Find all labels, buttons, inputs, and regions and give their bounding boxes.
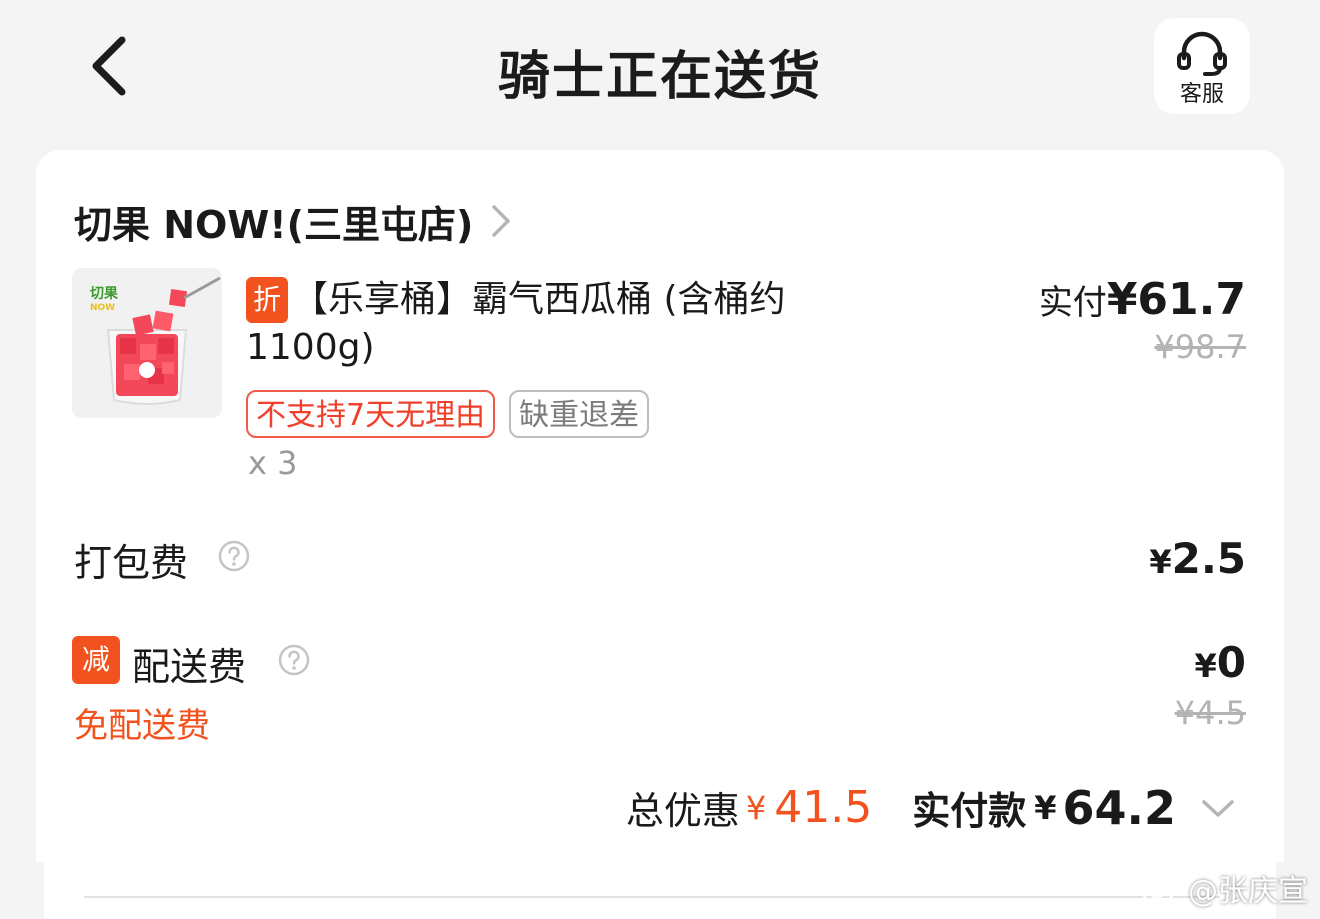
total-discount-value: 41.5 [774,782,873,833]
image-brand-sub: NOW [90,303,115,313]
no-return-tag: 不支持7天无理由 [246,390,496,438]
delivery-fee-value: ¥0 [1195,638,1247,687]
packaging-fee-value: ¥2.5 [1149,534,1246,583]
product-paid-price: 实付¥61.7 [1039,274,1246,325]
product-quantity: x 3 [248,444,298,482]
divider [84,896,1220,898]
weight-refund-tag: 缺重退差 [509,390,650,438]
product-image[interactable]: 切果 NOW [72,268,222,418]
delivery-fee-currency: ¥ [1194,647,1217,685]
delivery-fee-label: 配送费 [132,645,247,689]
paid-price: ¥61.7 [1106,274,1246,325]
customer-service-button[interactable]: 客服 [1154,18,1250,114]
order-summary-toggle[interactable]: 总优惠 ¥ 41.5 实付款 ¥ 64.2 [626,780,1238,835]
delivery-fee-help-icon[interactable] [278,644,310,676]
free-delivery-promo: 免配送费 [74,706,210,746]
customer-service-label: 客服 [1179,82,1224,107]
image-brand-text: 切果 [90,286,119,302]
watermelon-bucket-image: 切果 NOW [72,268,222,418]
headset-icon [1177,31,1227,76]
product-title-block[interactable]: 折【乐享桶】霸气西瓜桶 (含桶约1100g) [246,276,806,372]
product-tags: 不支持7天无理由 缺重退差 [246,390,663,438]
watermark-text: @张庆宣 [1188,874,1308,909]
order-card [36,150,1284,862]
total-discount-label: 总优惠 [625,789,740,833]
page-title: 骑士正在送货 [497,47,822,107]
chevron-right-icon [492,205,511,237]
order-card-bottom [44,862,1276,919]
total-paid-label: 实付款 [912,789,1027,833]
packaging-fee-help-icon[interactable] [218,540,250,572]
total-paid-currency: ¥ [1034,788,1057,827]
store-link[interactable]: 切果 NOW!(三里屯店) [74,194,513,248]
header-bar: 骑士正在送货 客服 [0,0,1320,140]
packaging-fee-amount: 2.5 [1171,534,1246,583]
total-discount-currency: ¥ [745,788,767,827]
delivery-fee-original: ¥4.5 [1174,694,1246,732]
product-title: 【乐享桶】霸气西瓜桶 (含桶约1100g) [246,279,786,368]
product-original-price: ¥98.7 [1154,328,1246,366]
paid-label: 实付 [1038,283,1107,323]
delivery-fee-amount: 0 [1216,638,1246,687]
packaging-fee-currency: ¥ [1149,543,1172,581]
watermark: @张庆宣 [1140,866,1308,910]
packaging-fee-label: 打包费 [74,541,189,585]
reduce-badge: 减 [72,636,120,684]
chevron-down-icon [1202,799,1234,817]
store-name: 切果 NOW!(三里屯店) [74,202,474,247]
discount-badge: 折 [246,277,288,323]
total-paid-value: 64.2 [1062,780,1177,835]
weibo-icon [1141,870,1184,905]
